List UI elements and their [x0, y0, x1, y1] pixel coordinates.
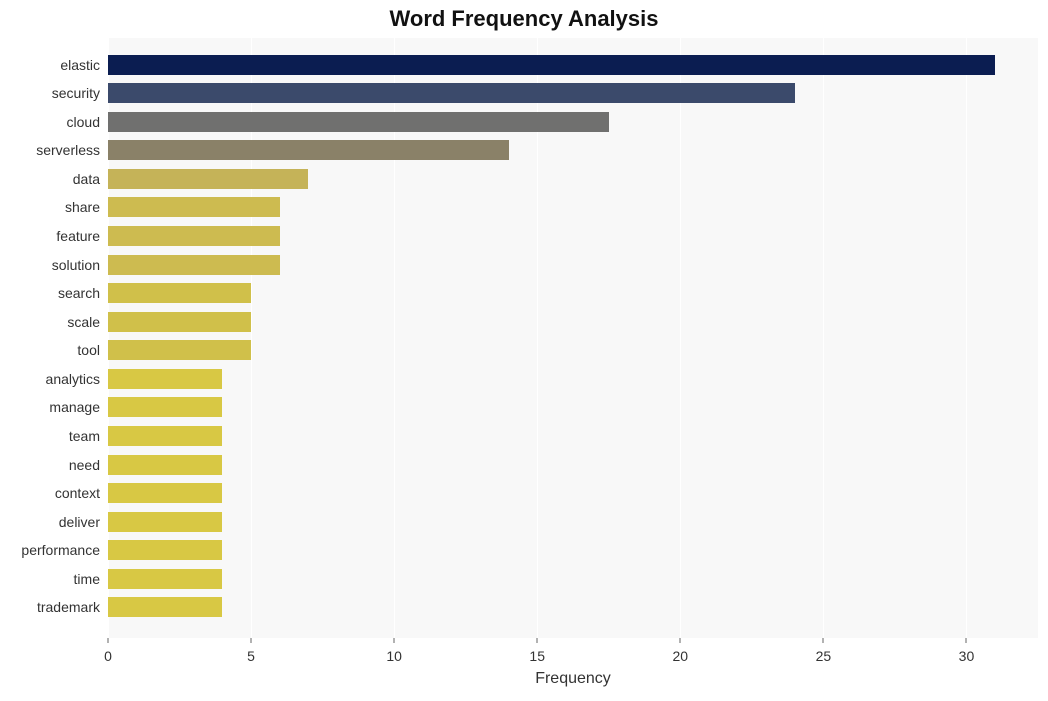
bar-rect — [108, 597, 222, 617]
x-tick-label: 15 — [529, 648, 545, 664]
y-tick-label: team — [0, 426, 100, 446]
bar-rect — [108, 512, 222, 532]
bar-rect — [108, 455, 222, 475]
bar — [108, 426, 222, 446]
y-tick-label: need — [0, 455, 100, 475]
x-tick-label: 5 — [247, 648, 255, 664]
bar — [108, 255, 280, 275]
bar-rect — [108, 55, 995, 75]
bar — [108, 540, 222, 560]
bar — [108, 512, 222, 532]
bar — [108, 283, 251, 303]
y-tick-label: search — [0, 283, 100, 303]
bar — [108, 483, 222, 503]
x-tick-label: 10 — [386, 648, 402, 664]
x-tick-mark — [680, 638, 681, 643]
bar — [108, 140, 509, 160]
y-tick-label: security — [0, 83, 100, 103]
x-tick-mark — [251, 638, 252, 643]
x-tick-mark — [394, 638, 395, 643]
bar — [108, 169, 308, 189]
x-tick-mark — [108, 638, 109, 643]
y-tick-label: data — [0, 169, 100, 189]
x-tick-label: 20 — [673, 648, 689, 664]
x-tick-mark — [966, 638, 967, 643]
bar — [108, 397, 222, 417]
bar — [108, 597, 222, 617]
bar-rect — [108, 483, 222, 503]
y-tick-label: analytics — [0, 369, 100, 389]
x-tick-mark — [537, 638, 538, 643]
y-tick-label: manage — [0, 397, 100, 417]
y-tick-label: scale — [0, 312, 100, 332]
y-tick-label: elastic — [0, 55, 100, 75]
y-tick-label: share — [0, 197, 100, 217]
bar-rect — [108, 283, 251, 303]
y-tick-label: serverless — [0, 140, 100, 160]
y-tick-label: solution — [0, 255, 100, 275]
bar-rect — [108, 397, 222, 417]
bar — [108, 197, 280, 217]
bar-rect — [108, 369, 222, 389]
bar-rect — [108, 83, 795, 103]
bar — [108, 83, 795, 103]
x-axis-label: Frequency — [108, 670, 1038, 688]
bar-rect — [108, 569, 222, 589]
x-tick-mark — [823, 638, 824, 643]
bar — [108, 369, 222, 389]
bar — [108, 312, 251, 332]
y-tick-label: tool — [0, 340, 100, 360]
y-tick-label: feature — [0, 226, 100, 246]
plot-area — [108, 38, 1038, 638]
bar-rect — [108, 426, 222, 446]
bar-rect — [108, 169, 308, 189]
bar-rect — [108, 340, 251, 360]
bar-rect — [108, 312, 251, 332]
bar-rect — [108, 540, 222, 560]
y-tick-label: trademark — [0, 597, 100, 617]
chart-title: Word Frequency Analysis — [0, 6, 1048, 32]
y-tick-label: cloud — [0, 112, 100, 132]
bar-rect — [108, 197, 280, 217]
bar — [108, 226, 280, 246]
bar-rect — [108, 226, 280, 246]
chart-container: Word Frequency Analysis elastic security c… — [0, 0, 1048, 701]
bar — [108, 112, 609, 132]
bar — [108, 340, 251, 360]
bar-rect — [108, 112, 609, 132]
y-tick-label: time — [0, 569, 100, 589]
x-tick-label: 0 — [104, 648, 112, 664]
bar-rect — [108, 255, 280, 275]
x-axis: 051015202530 — [108, 638, 1038, 668]
y-axis-labels: elastic security cloud serverless data share f… — [0, 38, 104, 638]
bars-group — [108, 38, 1038, 638]
y-tick-label: deliver — [0, 512, 100, 532]
bar-rect — [108, 140, 509, 160]
bar — [108, 569, 222, 589]
bar — [108, 55, 995, 75]
bar — [108, 455, 222, 475]
y-tick-label: performance — [0, 540, 100, 560]
x-tick-label: 25 — [816, 648, 832, 664]
x-tick-label: 30 — [959, 648, 975, 664]
y-tick-label: context — [0, 483, 100, 503]
